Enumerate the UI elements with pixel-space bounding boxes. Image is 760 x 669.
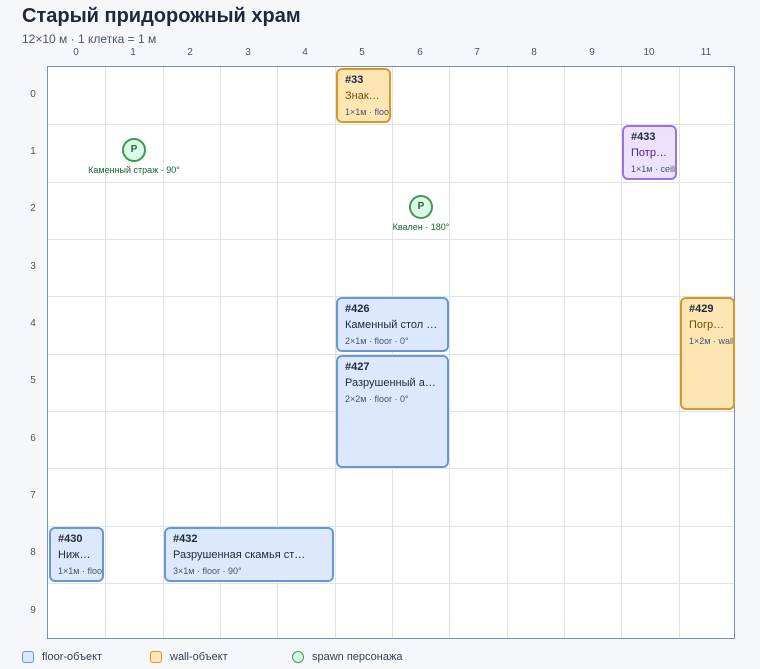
- legend-wall-swatch: [150, 651, 162, 663]
- object-name: Нижний чурбак старо: [58, 549, 95, 561]
- row-label: 4: [30, 318, 36, 329]
- object-card[interactable]: #432 Разрушенная скамья ст… 3×1м · floor ·…: [164, 527, 334, 582]
- row-label: 7: [30, 490, 36, 501]
- legend-floor-label: floor-объект: [42, 651, 103, 663]
- legend-spawn: spawn персонажа: [292, 650, 402, 664]
- object-name: Потрескавшийся колоко…: [631, 147, 668, 159]
- legend-wall: wall-объект: [150, 650, 228, 664]
- object-name: Каменный стол признан…: [345, 319, 440, 331]
- page-title: Старый придорожный храм: [22, 5, 301, 27]
- column-label: 4: [302, 47, 308, 58]
- row-label: 8: [30, 547, 36, 558]
- object-card[interactable]: #429 Пограничный к 1×2м · wall east · 0: [680, 297, 735, 410]
- grid-line-vertical: [392, 67, 393, 638]
- column-label: 2: [187, 47, 193, 58]
- column-label: 3: [245, 47, 251, 58]
- object-id: #426: [345, 303, 370, 315]
- column-label: 5: [359, 47, 365, 58]
- object-meta: 1×1м · floor · 0°: [345, 107, 391, 117]
- object-meta: 1×1м · ceiling · 0°: [631, 164, 676, 174]
- column-label: 6: [417, 47, 423, 58]
- legend-wall-label: wall-объект: [170, 651, 228, 663]
- object-id: #432: [173, 533, 198, 545]
- row-label: 0: [30, 89, 36, 100]
- grid-line-vertical: [449, 67, 450, 638]
- row-label: 1: [30, 146, 36, 157]
- grid-line-horizontal: [48, 239, 734, 240]
- object-id: #429: [689, 303, 714, 315]
- floor-plan-grid: #33Знак свидетельства1×1м · floor · 0°#4…: [47, 66, 735, 639]
- column-label: 9: [589, 47, 595, 58]
- column-label: 8: [531, 47, 537, 58]
- row-label: 9: [30, 605, 36, 616]
- grid-line-horizontal: [48, 583, 734, 584]
- object-card[interactable]: #33 Знак свидетельства 1×1м · floor · 0°: [336, 68, 391, 123]
- object-card[interactable]: #430 Нижний чурбак старо 1×1м · floor · 0°: [49, 527, 104, 582]
- object-meta: 1×1м · floor · 0°: [58, 566, 104, 576]
- row-label: 2: [30, 203, 36, 214]
- object-card[interactable]: #426 Каменный стол признан… 2×1м · floor ·…: [336, 297, 449, 352]
- object-meta: 2×2м · floor · 0°: [345, 394, 409, 404]
- object-name: Пограничный к: [689, 319, 726, 331]
- object-name: Знак свидетельства: [345, 90, 382, 102]
- legend-floor: floor-объект: [22, 650, 102, 664]
- legend-spawn-label: spawn персонажа: [312, 651, 403, 663]
- object-name: Разрушенный алтарь до…: [345, 377, 440, 389]
- spawn-marker-icon[interactable]: P: [409, 195, 433, 219]
- grid-line-vertical: [335, 67, 336, 638]
- object-id: #33: [345, 74, 364, 86]
- spawn-label: Каменный страж · 90°: [88, 165, 180, 175]
- grid-line-horizontal: [48, 468, 734, 469]
- row-label: 6: [30, 433, 36, 444]
- column-label: 10: [643, 47, 655, 58]
- legend-spawn-swatch: [292, 651, 304, 663]
- object-card[interactable]: #427 Разрушенный алтарь до… 2×2м · floor ·…: [336, 355, 449, 468]
- row-label: 3: [30, 261, 36, 272]
- object-meta: 1×2м · wall east · 0: [689, 336, 734, 346]
- object-meta: 2×1м · floor · 0°: [345, 336, 409, 346]
- column-label: 11: [700, 47, 712, 58]
- object-id: #430: [58, 533, 83, 545]
- column-label: 7: [474, 47, 480, 58]
- grid-line-vertical: [564, 67, 565, 638]
- column-label: 0: [73, 47, 79, 58]
- object-card[interactable]: #433 Потрескавшийся колоко… 1×1м · ceiling…: [622, 125, 677, 180]
- spawn-label: Квален · 180°: [392, 222, 450, 232]
- column-label: 1: [130, 47, 136, 58]
- object-id: #427: [345, 361, 370, 373]
- grid-line-horizontal: [48, 526, 734, 527]
- page-subtitle: 12×10 м · 1 клетка = 1 м: [22, 32, 157, 46]
- legend-floor-swatch: [22, 651, 34, 663]
- grid-line-vertical: [105, 67, 106, 638]
- spawn-marker-icon[interactable]: P: [122, 138, 146, 162]
- object-name: Разрушенная скамья ст…: [173, 549, 306, 561]
- object-meta: 3×1м · floor · 90°: [173, 566, 242, 576]
- object-id: #433: [631, 131, 656, 143]
- row-label: 5: [30, 375, 36, 386]
- grid-line-horizontal: [48, 182, 734, 183]
- grid-line-vertical: [507, 67, 508, 638]
